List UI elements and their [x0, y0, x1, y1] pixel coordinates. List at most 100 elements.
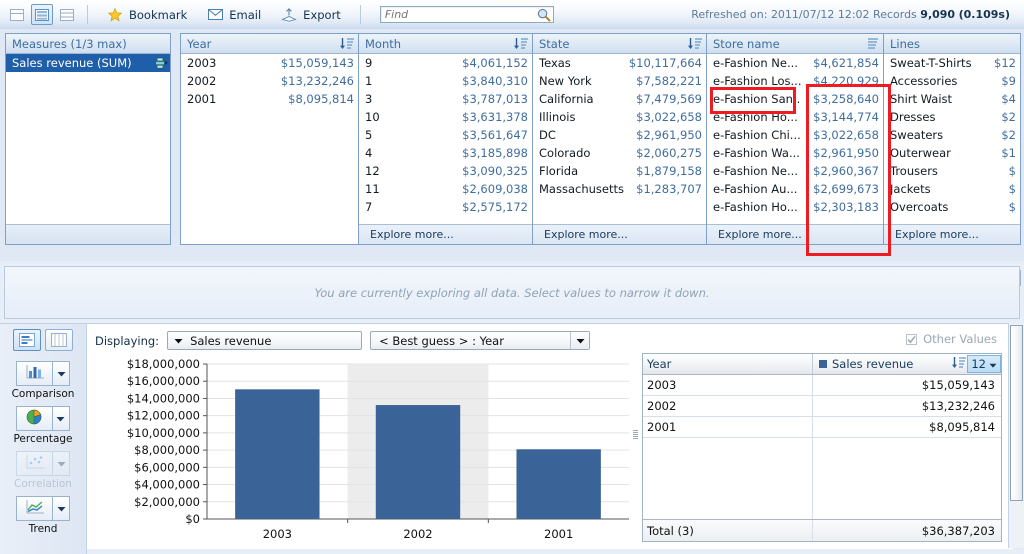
facet-row[interactable]: 2003 $15,059,143	[181, 54, 358, 72]
facet-row-value: $2	[1001, 110, 1016, 124]
facet-footer-state[interactable]: Explore more...	[533, 224, 706, 244]
facet-row[interactable]: 5 $3,561,647	[359, 126, 532, 144]
table-view-button[interactable]	[45, 329, 73, 351]
table-row[interactable]: 2003 $15,059,143	[643, 375, 1001, 396]
facet-row[interactable]: Sweaters $2	[884, 126, 1020, 144]
table-row[interactable]: 2002 $13,232,246	[643, 396, 1001, 417]
facet-header-state[interactable]: State	[533, 34, 706, 54]
facet-row[interactable]: e-Fashion Chi... $3,022,658	[707, 126, 883, 144]
facet-footer-lines[interactable]: Explore more...	[884, 224, 1020, 244]
explore-more-link[interactable]: Explore more...	[718, 228, 802, 241]
search-icon[interactable]	[537, 8, 551, 22]
bookmark-button[interactable]: Bookmark	[97, 4, 197, 26]
facet-header-store-name[interactable]: Store name	[707, 34, 883, 54]
facet-footer-year	[181, 224, 358, 244]
facet-row[interactable]: 12 $3,090,325	[359, 162, 532, 180]
facet-row[interactable]: 4 $3,185,898	[359, 144, 532, 162]
percentage-dropdown-arrow[interactable]	[51, 406, 70, 431]
bar-chart-canvas[interactable]: $0 $2,000,000 $4,000,000 $6,000,000 $8,000,0…	[87, 356, 639, 549]
facet-row[interactable]: Overcoats $	[884, 198, 1020, 216]
facet-body-store-name: e-Fashion Ne... $4,621,854 e-Fashion Los.…	[707, 54, 883, 224]
refresh-status: Refreshed on: 2011/07/12 12:02 Records 9…	[691, 8, 1024, 21]
email-button[interactable]: Email	[197, 4, 271, 26]
data-table-pane: Other Values Year Sales revenue 12 2003 …	[639, 324, 1013, 549]
facet-row[interactable]: 10 $3,631,378	[359, 108, 532, 126]
sort-descending-icon[interactable]	[687, 37, 703, 50]
facet-row[interactable]: e-Fashion Los... $4,220,929	[707, 72, 883, 90]
measure-options-icon[interactable]	[155, 57, 168, 69]
facet-row[interactable]: 3 $3,787,013	[359, 90, 532, 108]
facet-row[interactable]: Accessories $9	[884, 72, 1020, 90]
facet-row[interactable]: New York $7,582,221	[533, 72, 706, 90]
facet-row[interactable]: 7 $2,575,172	[359, 198, 532, 216]
facet-row[interactable]: e-Fashion Ne... $4,621,854	[707, 54, 883, 72]
facet-row-label: e-Fashion Ne...	[713, 56, 798, 70]
facet-row[interactable]: Outerwear $1	[884, 144, 1020, 162]
view-split-horizontal-button[interactable]	[31, 4, 53, 25]
facet-header-month[interactable]: Month	[359, 34, 532, 54]
sort-descending-icon[interactable]	[513, 37, 529, 50]
explore-more-link[interactable]: Explore more...	[895, 228, 979, 241]
facet-row-label: 12	[365, 164, 380, 178]
sort-list-icon[interactable]	[866, 37, 880, 50]
facet-row[interactable]: e-Fashion Ne... $2,960,367	[707, 162, 883, 180]
row-count-select[interactable]: 12	[967, 355, 1001, 373]
percentage-button[interactable]	[15, 406, 52, 431]
facet-footer-month[interactable]: Explore more...	[359, 224, 532, 244]
facet-row[interactable]: Massachusetts $1,283,707	[533, 180, 706, 198]
facet-row[interactable]: e-Fashion Wa... $2,961,950	[707, 144, 883, 162]
scrollbar-thumb[interactable]	[1010, 325, 1023, 501]
dimension-select[interactable]: < Best guess > : Year	[370, 331, 591, 350]
trend-dropdown-arrow[interactable]	[52, 496, 70, 521]
filter-status-message: You are currently exploring all data. Se…	[314, 285, 710, 300]
facet-row-value: $4,220,929	[813, 74, 879, 88]
chart-view-button[interactable]	[13, 329, 41, 351]
facet-footer-store-name[interactable]: Explore more...	[707, 224, 883, 244]
column-header-measure[interactable]: Sales revenue 12	[813, 354, 1001, 374]
sort-descending-icon[interactable]	[951, 356, 967, 372]
measure-select[interactable]: Sales revenue	[167, 331, 363, 350]
svg-text:$6,000,000: $6,000,000	[134, 460, 200, 474]
find-input[interactable]	[379, 6, 554, 23]
sort-descending-icon[interactable]	[339, 37, 355, 50]
table-row[interactable]: 2001 $8,095,814	[643, 417, 1001, 438]
explore-more-link[interactable]: Explore more...	[544, 228, 628, 241]
facet-row[interactable]: e-Fashion Ho... $3,144,774	[707, 108, 883, 126]
bar-chart[interactable]: $0 $2,000,000 $4,000,000 $6,000,000 $8,000,0…	[87, 356, 639, 549]
bottom-vertical-scrollbar[interactable]	[1008, 323, 1024, 548]
svg-text:2001: 2001	[544, 527, 573, 541]
measure-item-sales-revenue[interactable]: Sales revenue (SUM)	[6, 54, 170, 72]
comparison-dropdown-arrow[interactable]	[52, 361, 70, 386]
facet-row[interactable]: 1 $3,840,310	[359, 72, 532, 90]
view-compact-button[interactable]	[56, 4, 78, 25]
facet-row[interactable]: e-Fashion Ho... $2,303,183	[707, 198, 883, 216]
export-button[interactable]: Export	[271, 4, 351, 26]
comparison-button[interactable]	[16, 361, 52, 386]
facet-row[interactable]: 2001 $8,095,814	[181, 90, 358, 108]
facet-row[interactable]: Florida $1,879,158	[533, 162, 706, 180]
pane-splitter[interactable]	[632, 419, 638, 449]
facet-row[interactable]: 11 $2,609,038	[359, 180, 532, 198]
facet-row[interactable]: Sweat-T-Shirts $12	[884, 54, 1020, 72]
facet-row[interactable]: 2002 $13,232,246	[181, 72, 358, 90]
facet-row[interactable]: Shirt Waist $4	[884, 90, 1020, 108]
column-header-year[interactable]: Year	[643, 354, 813, 374]
facet-row[interactable]: Illinois $3,022,658	[533, 108, 706, 126]
facet-row[interactable]: Trousers $	[884, 162, 1020, 180]
facet-header-lines[interactable]: Lines	[884, 34, 1020, 54]
facet-row[interactable]: Colorado $2,060,275	[533, 144, 706, 162]
explore-more-link[interactable]: Explore more...	[370, 228, 454, 241]
facet-row-label: e-Fashion Au...	[713, 182, 798, 196]
rail-group-percentage: Percentage	[13, 406, 73, 445]
facet-row[interactable]: Jackets $	[884, 180, 1020, 198]
view-single-button[interactable]	[6, 4, 28, 25]
facet-header-year[interactable]: Year	[181, 34, 358, 54]
facet-row[interactable]: DC $2,961,950	[533, 126, 706, 144]
facet-row[interactable]: Dresses $2	[884, 108, 1020, 126]
facet-row[interactable]: Texas $10,117,664	[533, 54, 706, 72]
trend-button[interactable]	[16, 496, 52, 521]
facet-row[interactable]: 9 $4,061,152	[359, 54, 532, 72]
facet-row[interactable]: California $7,479,569	[533, 90, 706, 108]
facet-row[interactable]: e-Fashion Au... $2,699,673	[707, 180, 883, 198]
facet-row[interactable]: e-Fashion San.. $3,258,640	[707, 90, 883, 108]
